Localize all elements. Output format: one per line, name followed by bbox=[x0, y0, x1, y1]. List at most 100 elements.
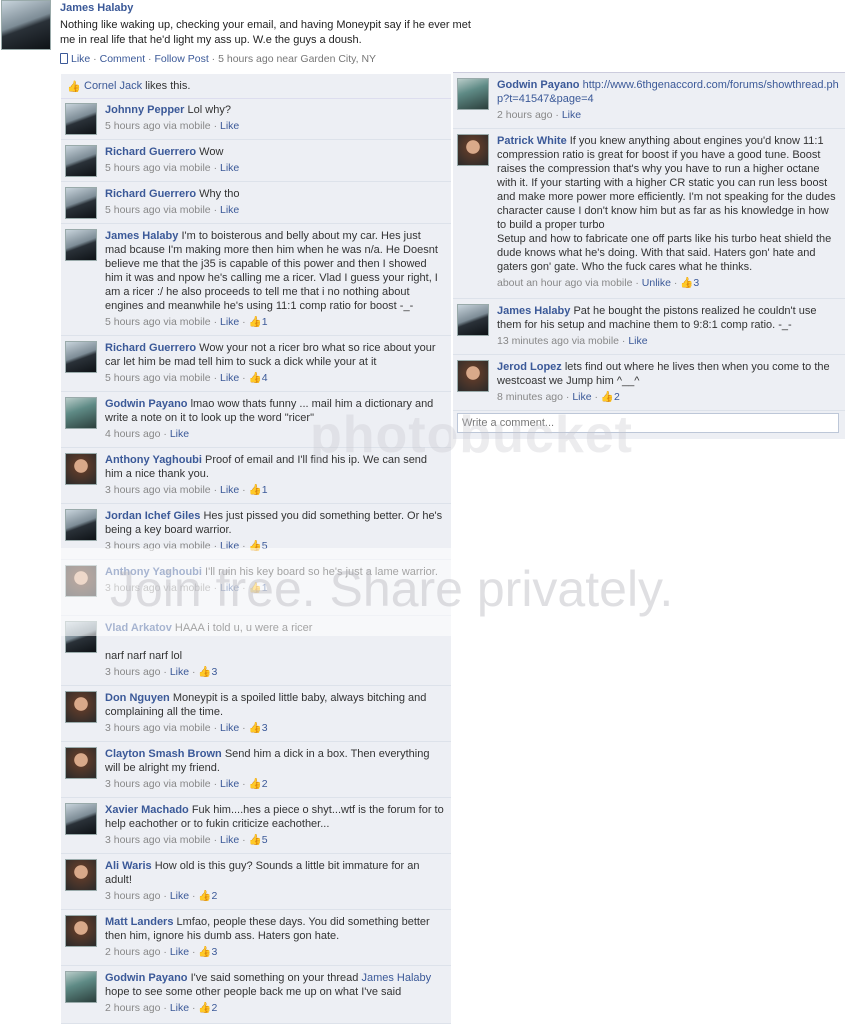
commenter-name[interactable]: Anthony Yaghoubi bbox=[105, 454, 202, 466]
comment-timestamp: 13 minutes ago via mobile bbox=[497, 335, 619, 347]
thumbs-up-icon: 👍 bbox=[680, 277, 694, 289]
commenter-avatar[interactable] bbox=[457, 360, 489, 392]
comment-like-link[interactable]: Like bbox=[220, 484, 239, 496]
like-count[interactable]: 👍2 bbox=[249, 778, 268, 790]
comment-like-link[interactable]: Like bbox=[220, 722, 239, 734]
comment-like-link[interactable]: Like bbox=[220, 372, 239, 384]
comment-like-link[interactable]: Like bbox=[220, 834, 239, 846]
commenter-name[interactable]: Clayton Smash Brown bbox=[105, 748, 222, 760]
comment-timestamp: 5 hours ago via mobile bbox=[105, 162, 211, 174]
comment: Richard Guerrero Why tho 5 hours ago via … bbox=[61, 182, 451, 224]
comment-like-link[interactable]: Like bbox=[170, 666, 189, 678]
commenter-avatar[interactable] bbox=[457, 134, 489, 166]
comment-text: I've said something on your thread bbox=[190, 972, 359, 984]
comment-like-link[interactable]: Like bbox=[170, 428, 189, 440]
commenter-name[interactable]: Johnny Pepper bbox=[105, 104, 184, 116]
commenter-avatar[interactable] bbox=[65, 103, 97, 135]
commenter-avatar[interactable] bbox=[457, 304, 489, 336]
commenter-name[interactable]: Xavier Machado bbox=[105, 804, 189, 816]
post-author-name[interactable]: James Halaby bbox=[60, 2, 133, 14]
comment-timestamp: 5 hours ago via mobile bbox=[105, 316, 211, 328]
commenter-avatar[interactable] bbox=[65, 229, 97, 261]
thumbs-up-icon: 👍 bbox=[198, 1002, 212, 1014]
like-count[interactable]: 👍1 bbox=[249, 316, 268, 328]
comment-like-link[interactable]: Like bbox=[170, 1002, 189, 1014]
commenter-avatar[interactable] bbox=[65, 691, 97, 723]
follow-post-link[interactable]: Follow Post bbox=[154, 53, 208, 65]
commenter-avatar[interactable] bbox=[65, 509, 97, 541]
commenter-name[interactable]: Godwin Payano bbox=[105, 398, 188, 410]
commenter-name[interactable]: Patrick White bbox=[497, 135, 567, 147]
commenter-avatar[interactable] bbox=[65, 145, 97, 177]
likes-text: likes this. bbox=[145, 80, 191, 92]
commenter-name[interactable]: Jerod Lopez bbox=[497, 361, 562, 373]
commenter-avatar[interactable] bbox=[457, 78, 489, 110]
post-author-avatar[interactable] bbox=[1, 0, 51, 50]
comment-like-link[interactable]: Like bbox=[628, 335, 647, 347]
commenter-name[interactable]: Richard Guerrero bbox=[105, 146, 196, 158]
commenter-name[interactable]: Richard Guerrero bbox=[105, 342, 196, 354]
commenter-name[interactable]: Jordan Ichef Giles bbox=[105, 510, 200, 522]
commenter-avatar[interactable] bbox=[65, 859, 97, 891]
comment-like-link[interactable]: Like bbox=[572, 391, 591, 403]
like-count-value: 1 bbox=[261, 484, 268, 496]
like-count[interactable]: 👍2 bbox=[198, 890, 217, 902]
like-count-value: 4 bbox=[261, 372, 268, 384]
commenter-name[interactable]: Don Nguyen bbox=[105, 692, 170, 704]
like-count[interactable]: 👍3 bbox=[249, 722, 268, 734]
comment: James Halaby Pat he bought the pistons r… bbox=[453, 299, 845, 355]
comment-like-link[interactable]: Like bbox=[170, 890, 189, 902]
like-count-value: 2 bbox=[614, 391, 620, 403]
like-count[interactable]: 👍4 bbox=[249, 372, 268, 384]
commenter-name[interactable]: Godwin Payano bbox=[497, 79, 580, 91]
commenter-name[interactable]: Ali Waris bbox=[105, 860, 152, 872]
comment-timestamp: 4 hours ago bbox=[105, 428, 161, 440]
commenter-avatar[interactable] bbox=[65, 915, 97, 947]
commenter-avatar[interactable] bbox=[65, 397, 97, 429]
like-count-value: 3 bbox=[693, 277, 700, 289]
liker-name[interactable]: Cornel Jack bbox=[84, 80, 142, 92]
comment-like-link[interactable]: Like bbox=[220, 316, 239, 328]
commenter-name[interactable]: Matt Landers bbox=[105, 916, 173, 928]
comment-text: Why tho bbox=[199, 188, 240, 200]
comment-like-link[interactable]: Like bbox=[170, 946, 189, 958]
commenter-name[interactable]: James Halaby bbox=[497, 305, 570, 317]
comment-like-link[interactable]: Like bbox=[220, 778, 239, 790]
comment-like-link[interactable]: Like bbox=[220, 204, 239, 216]
watermark-slogan: Join free. Share privately. bbox=[110, 561, 674, 617]
comment-link[interactable]: Comment bbox=[100, 53, 146, 65]
comment-like-link[interactable]: Like bbox=[220, 120, 239, 132]
thumbs-up-icon: 👍 bbox=[67, 81, 81, 93]
commenter-name[interactable]: Richard Guerrero bbox=[105, 188, 196, 200]
comment-like-link[interactable]: Like bbox=[562, 109, 581, 121]
like-count[interactable]: 👍2 bbox=[198, 1002, 217, 1014]
like-count[interactable]: 👍5 bbox=[249, 834, 268, 846]
comment-meta: 3 hours ago · Like · 👍3 bbox=[105, 666, 218, 678]
comment: Jerod Lopez lets find out where he lives… bbox=[453, 355, 845, 411]
like-count[interactable]: 👍2 bbox=[601, 391, 620, 403]
like-post-link[interactable]: Like bbox=[71, 53, 90, 65]
like-count[interactable]: 👍3 bbox=[198, 946, 217, 958]
comment-body: Richard Guerrero Wow your not a ricer br… bbox=[105, 341, 445, 385]
comment-meta: 3 hours ago via mobile · Like · 👍2 bbox=[105, 778, 268, 790]
mention-link[interactable]: James Halaby bbox=[361, 972, 431, 984]
like-count[interactable]: 👍3 bbox=[198, 666, 217, 678]
like-count[interactable]: 👍3 bbox=[680, 277, 699, 289]
commenter-avatar[interactable] bbox=[65, 453, 97, 485]
commenter-avatar[interactable] bbox=[65, 341, 97, 373]
commenter-avatar[interactable] bbox=[65, 187, 97, 219]
commenter-avatar[interactable] bbox=[65, 747, 97, 779]
comment-like-link[interactable]: Like bbox=[220, 162, 239, 174]
thumbs-up-icon: 👍 bbox=[600, 391, 614, 403]
commenter-avatar[interactable] bbox=[65, 803, 97, 835]
thumbs-up-icon: 👍 bbox=[198, 666, 212, 678]
commenter-avatar[interactable] bbox=[65, 971, 97, 1003]
comment-meta: 3 hours ago · Like · 👍2 bbox=[105, 890, 218, 902]
comment: Godwin Payano http://www.6thgenaccord.co… bbox=[453, 73, 845, 129]
comment-timestamp: 2 hours ago bbox=[105, 946, 161, 958]
like-count[interactable]: 👍1 bbox=[249, 484, 268, 496]
commenter-name[interactable]: James Halaby bbox=[105, 230, 178, 242]
commenter-name[interactable]: Godwin Payano bbox=[105, 972, 188, 984]
comment-timestamp: 5 hours ago via mobile bbox=[105, 204, 211, 216]
comment-like-link[interactable]: Unlike bbox=[642, 277, 671, 289]
